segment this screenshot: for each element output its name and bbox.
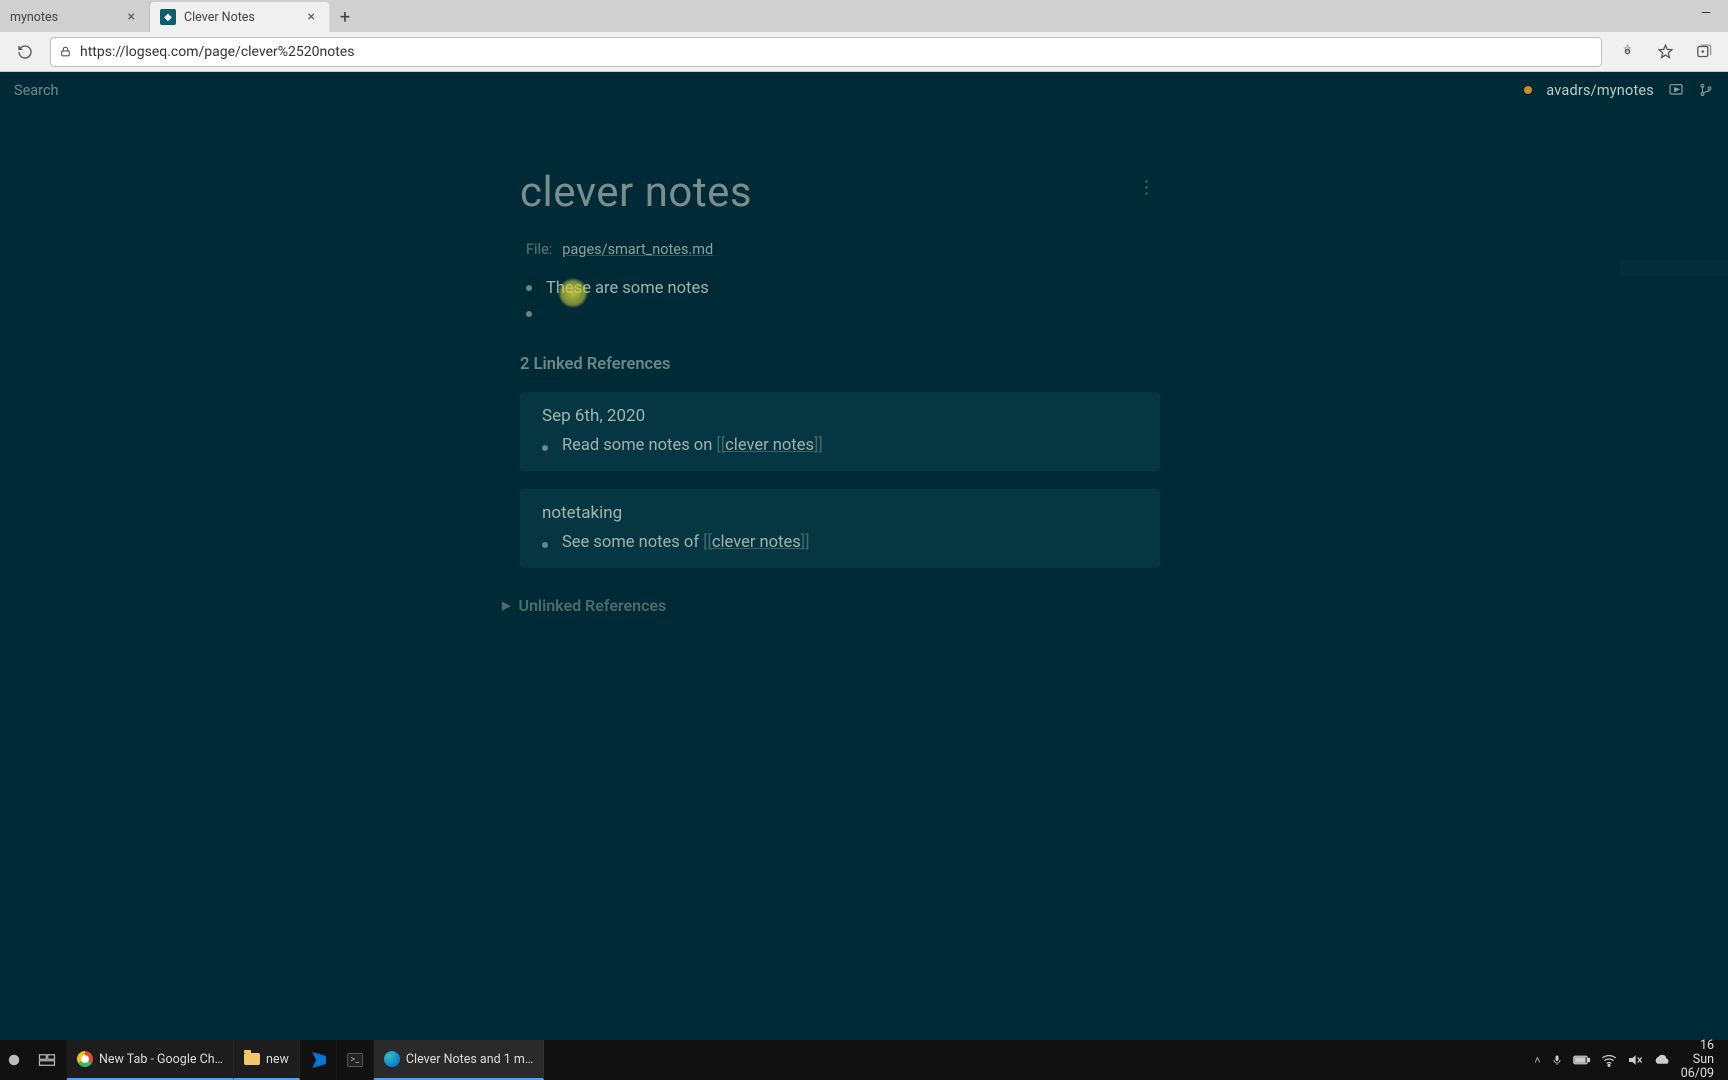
tray-expand-icon[interactable]: ˄ [1534,1054,1540,1067]
file-label: File: [526,241,552,258]
url-text: https://logseq.com/page/clever%2520notes [80,44,354,60]
page-link[interactable]: clever notes [725,436,814,455]
block-text[interactable]: These are some notes [546,276,709,302]
unlinked-references-label: Unlinked References [518,596,666,615]
collections-icon[interactable] [1688,37,1718,67]
clock[interactable]: 16 Sun 06/09 [1681,1039,1714,1080]
unlinked-references-toggle[interactable]: ▶ Unlinked References [502,596,1160,615]
window-controls: — [1684,0,1728,26]
taskbar-item[interactable]: New Tab - Google Ch… [67,1040,234,1080]
minimize-button[interactable]: — [1684,0,1728,26]
terminal-icon: >_ [347,1053,363,1067]
clock-time: 16 [1681,1039,1714,1053]
taskview-button[interactable] [28,1040,67,1080]
link-bracket: [[ [703,533,712,552]
git-icon[interactable] [1698,82,1714,98]
bullet-icon[interactable] [542,445,548,451]
clock-day: Sun [1681,1053,1714,1067]
new-tab-button[interactable]: + [330,2,360,32]
page-menu-button[interactable]: ⋯ [1136,179,1157,207]
bullet-icon[interactable] [542,542,548,548]
taskbar-item-label: New Tab - Google Ch… [99,1052,223,1067]
page-link[interactable]: clever notes [712,533,801,552]
taskbar-item-label: Clever Notes and 1 m… [406,1052,533,1067]
taskbar-item[interactable]: >_ [337,1040,374,1080]
onedrive-icon[interactable] [1653,1054,1671,1066]
clock-date: 06/09 [1681,1067,1714,1080]
page-title[interactable]: clever notes [520,168,752,217]
sync-status-icon [1524,86,1532,94]
reference-prefix: See some notes of [562,533,703,552]
lock-icon [59,45,72,58]
taskbar-item[interactable] [300,1040,337,1080]
block-list: These are some notes [520,276,1160,317]
reference-prefix: Read some notes on [562,436,716,455]
close-icon[interactable]: × [124,9,139,25]
favicon-icon: ◆ [160,9,176,25]
taskbar-item[interactable]: Clever Notes and 1 m… [374,1040,544,1080]
chrome-icon [77,1051,93,1067]
link-bracket: ]] [814,436,823,455]
mic-icon[interactable] [1551,1053,1563,1067]
right-sidebar-hint [1620,260,1728,276]
file-path-link[interactable]: pages/smart_notes.md [562,241,713,258]
block[interactable] [526,302,1160,317]
app-topbar: Search avadrs/mynotes [0,72,1728,108]
reading-star-icon[interactable] [1612,37,1642,67]
bullet-icon[interactable] [526,285,532,291]
browser-tab[interactable]: mynotes × [0,2,150,32]
link-bracket: ]] [801,533,810,552]
search-input[interactable]: Search [14,82,59,99]
wifi-icon[interactable] [1601,1053,1617,1067]
reference-source-link[interactable]: Sep 6th, 2020 [542,406,1142,426]
presentation-icon[interactable] [1668,82,1684,98]
battery-icon[interactable] [1573,1054,1591,1066]
favorite-star-icon[interactable] [1650,37,1680,67]
caret-right-icon: ▶ [502,599,510,612]
linked-references-header[interactable]: 2 Linked References [520,355,1160,374]
app-root: Search avadrs/mynotes clever notes ⋯ Fil… [0,72,1728,1040]
reference-text[interactable]: See some notes of [[clever notes]] [562,533,809,552]
taskbar-item-label: new [266,1052,289,1067]
tab-strip: mynotes × ◆ Clever Notes × + — [0,0,1728,32]
link-bracket: [[ [716,436,725,455]
taskbar: New Tab - Google Ch… new >_ Clever Notes… [0,1040,1728,1080]
close-icon[interactable]: × [304,9,319,25]
edge-icon [384,1051,400,1067]
repo-name[interactable]: avadrs/mynotes [1546,82,1654,99]
reference-card: Sep 6th, 2020 Read some notes on [[cleve… [520,392,1160,471]
reference-card: notetaking See some notes of [[clever no… [520,489,1160,568]
reference-source-link[interactable]: notetaking [542,503,1142,523]
volume-mute-icon[interactable] [1627,1053,1643,1067]
page: clever notes ⋯ File: pages/smart_notes.m… [520,168,1160,615]
folder-icon [244,1053,260,1065]
address-row: https://logseq.com/page/clever%2520notes [0,32,1728,72]
block[interactable]: These are some notes [526,276,1160,302]
start-button[interactable] [0,1040,28,1080]
reference-text[interactable]: Read some notes on [[clever notes]] [562,436,823,455]
address-bar[interactable]: https://logseq.com/page/clever%2520notes [50,37,1602,67]
reload-button[interactable] [10,37,40,67]
vscode-icon [310,1052,326,1068]
bullet-icon[interactable] [526,311,532,317]
browser-tab[interactable]: ◆ Clever Notes × [150,2,330,32]
taskbar-item[interactable]: new [234,1040,300,1080]
tab-title: Clever Notes [184,10,255,25]
tab-title: mynotes [10,10,58,25]
